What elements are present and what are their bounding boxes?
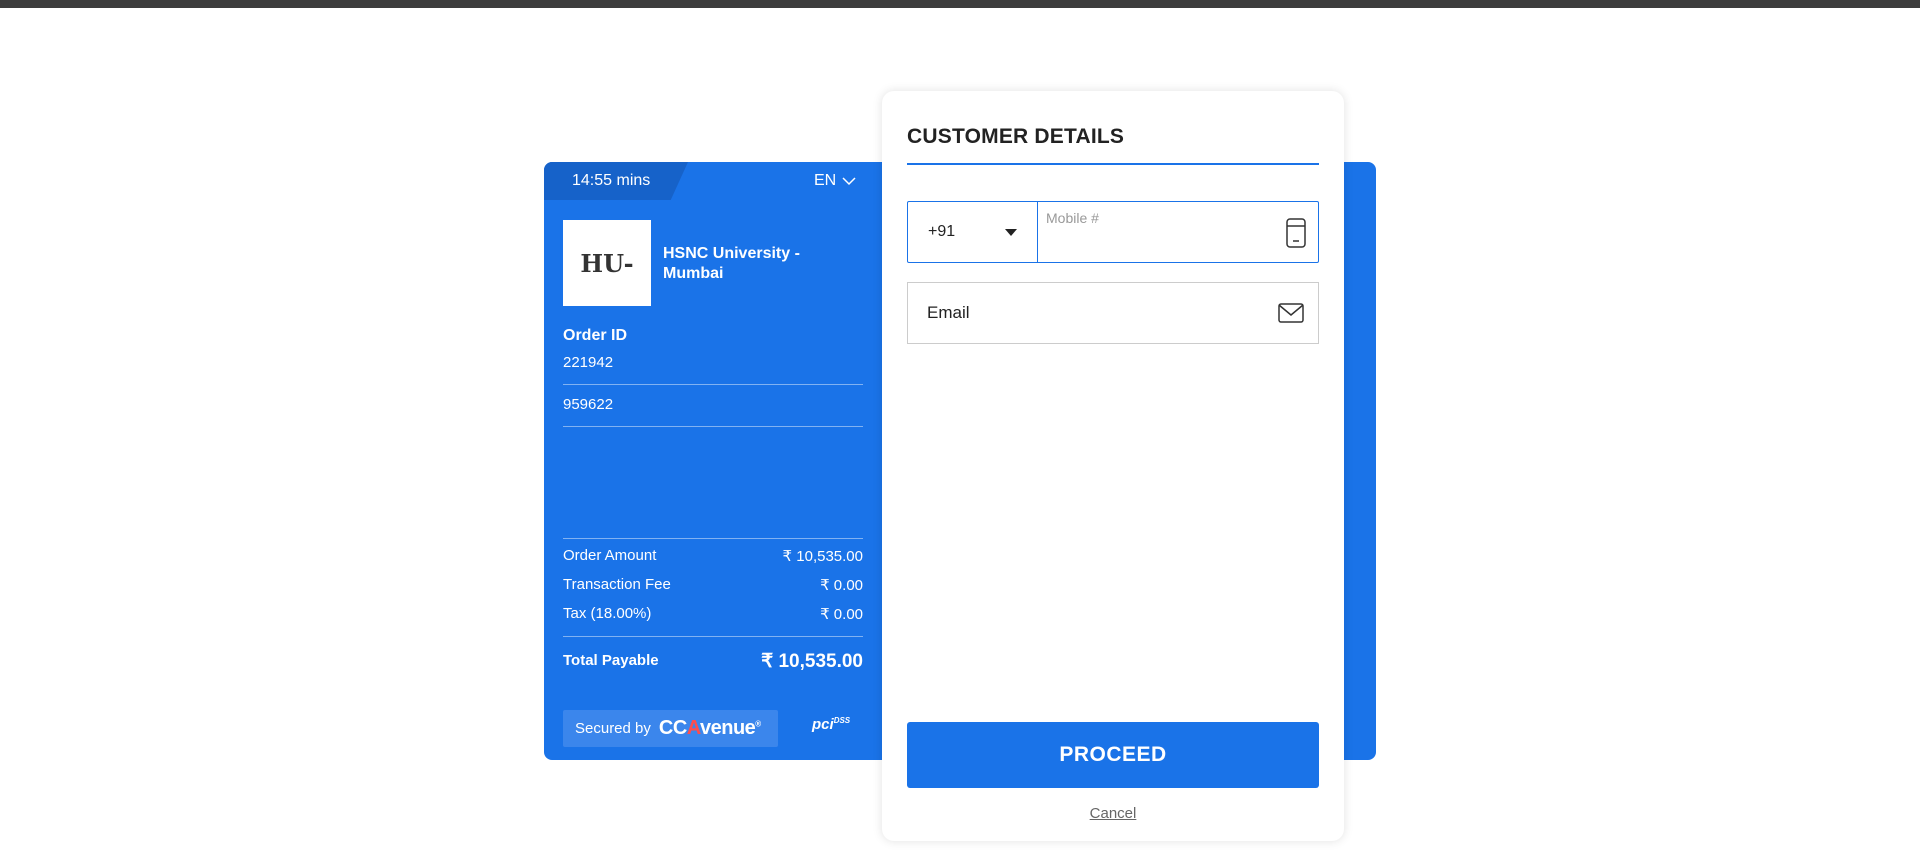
customer-details-card: CUSTOMER DETAILS +91 Mobile # PROCEED Ca… [882, 91, 1344, 841]
merchant-logo: HU- [563, 220, 651, 306]
country-code-value: +91 [928, 223, 956, 240]
summary-row-order-amount: Order Amount ₹ 10,535.00 [563, 547, 863, 565]
secured-by-label: Secured by [575, 720, 651, 737]
summary-label: Tax (18.00%) [563, 605, 652, 622]
summary-value: ₹ 0.00 [820, 577, 863, 594]
top-bar [0, 0, 1920, 8]
order-reference: 959622 [563, 396, 614, 413]
cancel-link[interactable]: Cancel [882, 805, 1344, 822]
mobile-input-group: +91 Mobile # [907, 201, 1319, 263]
summary-row-transaction-fee: Transaction Fee ₹ 0.00 [563, 576, 863, 594]
mobile-phone-icon [1286, 218, 1306, 248]
card-title: CUSTOMER DETAILS [907, 125, 1125, 148]
summary-value: ₹ 0.00 [820, 606, 863, 623]
summary-label: Transaction Fee [563, 576, 671, 593]
divider [563, 538, 863, 539]
merchant-name: HSNC University - Mumbai [663, 245, 800, 282]
mobile-number-input[interactable] [1038, 202, 1318, 262]
pci-dss-logo: pciDSS [812, 716, 851, 733]
language-label: EN [814, 172, 837, 189]
timer-value: 14:55 [572, 172, 613, 189]
summary-label: Order Amount [563, 547, 657, 564]
divider [563, 636, 863, 637]
envelope-icon [1278, 303, 1304, 323]
divider [563, 426, 863, 427]
merchant-logo-text: HU- [580, 248, 634, 278]
caret-down-icon [1005, 228, 1017, 236]
chevron-down-icon [842, 176, 856, 185]
ccavenue-logo: CCAvenue® [658, 717, 761, 739]
secured-by-badge: Secured by CCAvenue® [563, 710, 778, 747]
proceed-button[interactable]: PROCEED [907, 722, 1319, 788]
timer-unit: mins [616, 172, 651, 189]
country-code-select[interactable]: +91 [908, 202, 1038, 262]
total-payable-row: Total Payable ₹ 10,535.00 [563, 651, 863, 673]
total-payable-label: Total Payable [563, 652, 659, 669]
email-input[interactable] [908, 282, 1278, 344]
email-input-group [907, 282, 1319, 344]
mobile-field-wrap: Mobile # [1038, 202, 1318, 262]
order-id-value: 221942 [563, 354, 614, 371]
title-underline [907, 163, 1319, 165]
language-selector[interactable]: EN [814, 172, 856, 190]
session-timer: 14:55 mins [544, 162, 688, 200]
order-id-label: Order ID [563, 327, 628, 344]
total-payable-value: ₹ 10,535.00 [761, 651, 863, 672]
summary-value: ₹ 10,535.00 [782, 548, 863, 565]
summary-row-tax: Tax (18.00%) ₹ 0.00 [563, 605, 863, 623]
divider [563, 384, 863, 385]
